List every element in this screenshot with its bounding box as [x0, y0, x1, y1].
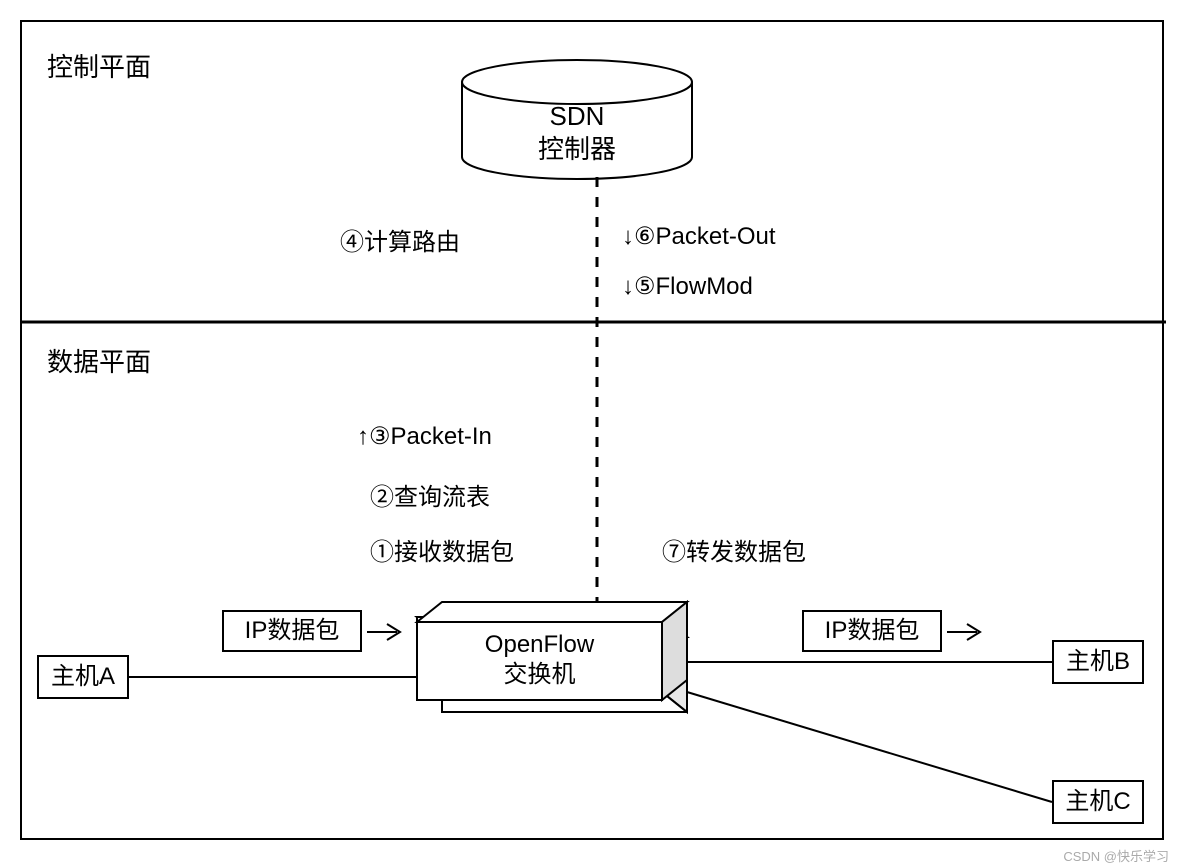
- step-2: ②查询流表: [370, 477, 490, 512]
- openflow-switch: OpenFlow 交换机: [417, 630, 662, 690]
- host-a: 主机A: [37, 655, 129, 699]
- step-1: ①接收数据包: [370, 532, 514, 567]
- ip-packet-right: IP数据包: [802, 610, 942, 652]
- diagram-container: 控制平面 数据平面 SDN 控制器 OpenFlow 交换机 ④计算路由 ↓⑥P…: [20, 20, 1164, 840]
- step-4: ④计算路由: [340, 222, 460, 257]
- step-3: ↑③Packet-In: [357, 422, 492, 451]
- step-6: ↓⑥Packet-Out: [622, 222, 776, 251]
- ip-packet-left: IP数据包: [222, 610, 362, 652]
- controller-line1: SDN: [462, 100, 692, 133]
- sdn-controller: SDN 控制器: [462, 100, 692, 165]
- control-plane-label: 控制平面: [47, 47, 151, 84]
- controller-line2: 控制器: [462, 133, 692, 166]
- data-plane-label: 数据平面: [47, 342, 151, 379]
- switch-line1: OpenFlow: [417, 630, 662, 660]
- host-b: 主机B: [1052, 640, 1144, 684]
- step-5: ↓⑤FlowMod: [622, 272, 753, 301]
- step-7: ⑦转发数据包: [662, 532, 806, 567]
- host-c: 主机C: [1052, 780, 1144, 824]
- watermark: CSDN @快乐学习: [1063, 846, 1169, 865]
- switch-line2: 交换机: [417, 660, 662, 690]
